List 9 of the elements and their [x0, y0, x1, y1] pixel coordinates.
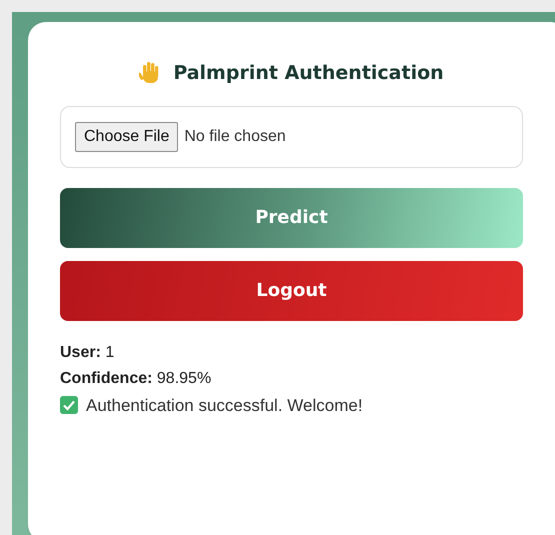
file-status-text: No file chosen: [184, 126, 286, 146]
logout-button[interactable]: Logout: [60, 260, 523, 320]
file-upload-field[interactable]: Choose File No file chosen: [60, 106, 523, 168]
choose-file-button[interactable]: Choose File: [75, 122, 178, 152]
result-text: User: 1: [60, 342, 116, 362]
page-title: Palmprint Authentication: [173, 61, 444, 86]
predict-button[interactable]: Predict: [60, 188, 523, 248]
status-message: Authentication successful. Welcome!: [86, 394, 363, 416]
result-text: Confidence: 98.95%: [60, 368, 212, 388]
